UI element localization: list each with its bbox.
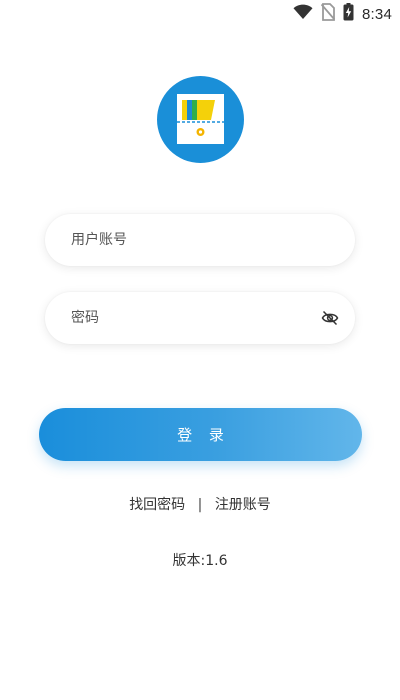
app-logo bbox=[157, 76, 244, 163]
forgot-password-link[interactable]: 找回密码 bbox=[129, 497, 185, 513]
password-input[interactable] bbox=[71, 292, 311, 344]
username-input[interactable] bbox=[71, 214, 311, 266]
account-links: 找回密码 | 注册账号 bbox=[0, 495, 400, 515]
app-logo-icon bbox=[177, 94, 224, 144]
status-bar: 8:34 bbox=[0, 0, 400, 28]
battery-charging-icon bbox=[343, 3, 354, 25]
status-time: 8:34 bbox=[362, 5, 392, 23]
login-button[interactable]: 登 录 bbox=[39, 408, 362, 461]
password-field-container bbox=[45, 292, 355, 344]
version-label: 版本:1.6 bbox=[172, 553, 228, 569]
wifi-icon bbox=[293, 4, 313, 24]
status-icons: 8:34 bbox=[293, 3, 392, 25]
links-separator: | bbox=[197, 497, 203, 513]
eye-hidden-icon[interactable] bbox=[321, 309, 339, 327]
no-sim-icon bbox=[320, 3, 336, 25]
register-link[interactable]: 注册账号 bbox=[215, 497, 271, 513]
username-field-container bbox=[45, 214, 355, 266]
